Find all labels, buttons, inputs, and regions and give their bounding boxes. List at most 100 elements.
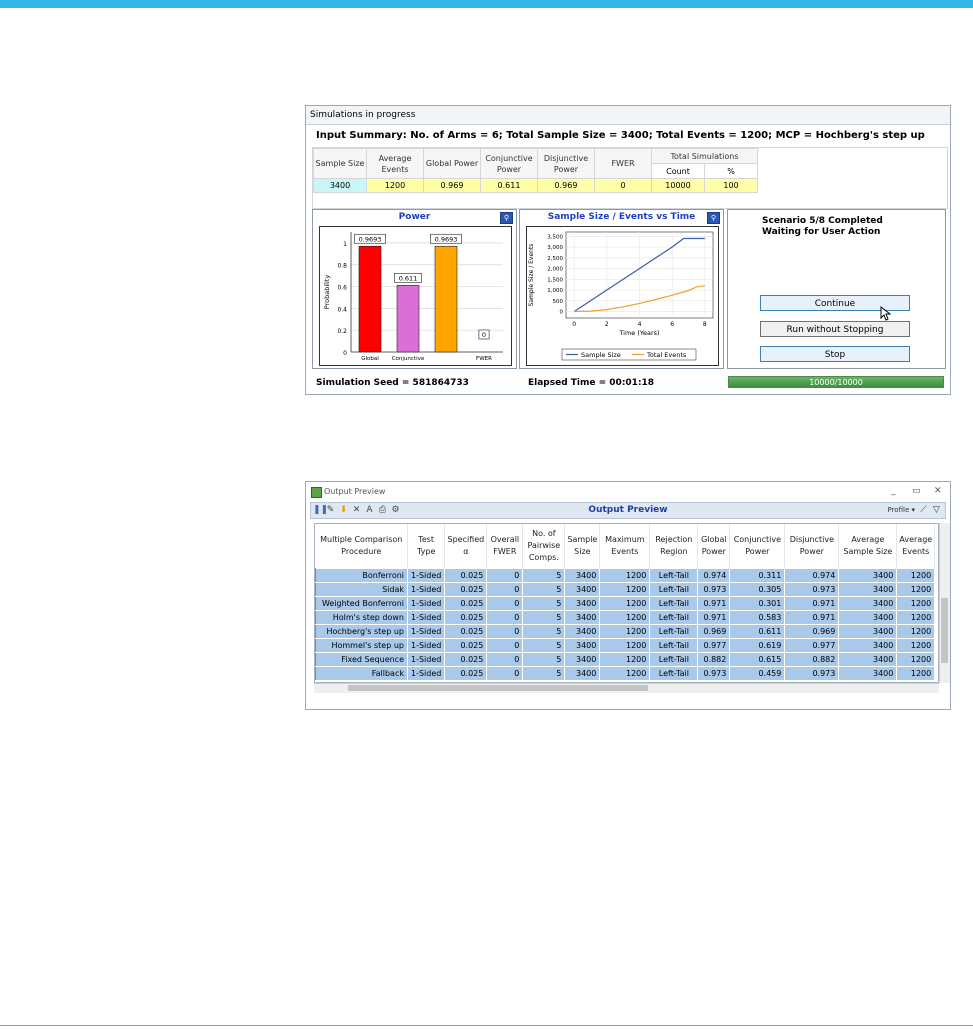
col-total-simulations: Total Simulations <box>651 148 758 164</box>
table-cell: 0.619 <box>729 638 786 653</box>
bar <box>434 245 458 353</box>
edit-profile-icon[interactable]: ⟋ <box>918 505 929 516</box>
table-cell: Left-Tail <box>649 582 699 597</box>
table-cell: 5 <box>522 582 566 597</box>
y-tick-label: 0.6 <box>337 285 347 292</box>
table-cell: 1-Sided <box>406 666 446 681</box>
table-cell: Fixed Sequence <box>315 652 408 667</box>
stop-button[interactable]: Stop <box>760 346 910 362</box>
table-cell: 1-Sided <box>406 568 446 583</box>
output-table: Multiple Comparison Procedure Test Type Sp… <box>315 524 936 681</box>
y-tick-label: 0.8 <box>337 263 347 270</box>
value-cell: 100 <box>704 178 758 193</box>
column-header[interactable]: Conjunctive Power <box>729 524 786 569</box>
y-tick-label: 3,000 <box>547 245 563 251</box>
run-without-stopping-button[interactable]: Run without Stopping <box>760 321 910 337</box>
table-cell: Left-Tail <box>649 568 699 583</box>
y-tick-label: 0 <box>560 310 564 316</box>
profile-dropdown[interactable]: Profile ▾ <box>887 506 915 514</box>
table-cell: 1-Sided <box>406 582 446 597</box>
filter-icon[interactable]: ▽ <box>931 505 942 516</box>
horizontal-scrollbar[interactable] <box>314 683 939 693</box>
table-cell: 0.301 <box>729 596 786 611</box>
table-cell: 3400 <box>564 652 601 667</box>
table-row[interactable]: Fallback 1-Sided 0.025 0 5 3400 1200 Left-Tail 0… <box>315 666 936 681</box>
table-cell: 3400 <box>564 568 601 583</box>
column-header[interactable]: Specified α <box>444 524 488 569</box>
maximize-button[interactable]: ▭ <box>912 482 921 501</box>
table-cell: 0.025 <box>444 582 488 597</box>
table-row[interactable]: Sidak 1-Sided 0.025 0 5 3400 1200 Left-Tail 0.97… <box>315 582 936 597</box>
table-cell: 0.971 <box>697 596 731 611</box>
table-cell: 1200 <box>599 652 651 667</box>
table-cell: 0.025 <box>444 596 488 611</box>
column-header[interactable]: Overall FWER <box>486 524 524 569</box>
column-header[interactable]: Disjunctive Power <box>784 524 840 569</box>
column-header[interactable]: Sample Size <box>564 524 601 569</box>
table-cell: 3400 <box>564 666 601 681</box>
output-grid: Multiple Comparison Procedure Test Type Sp… <box>314 523 939 683</box>
column-header[interactable]: Average Sample Size <box>838 524 898 569</box>
table-cell: 0.971 <box>697 610 731 625</box>
scroll-thumb[interactable] <box>348 685 648 691</box>
x-tick-label: 2 <box>605 321 609 328</box>
column-header[interactable]: Maximum Events <box>599 524 651 569</box>
table-cell: 1200 <box>896 624 936 639</box>
output-window-title: Output Preview <box>324 487 386 496</box>
table-cell: 0.025 <box>444 624 488 639</box>
table-cell: 0.611 <box>729 624 786 639</box>
column-header[interactable]: Average Events <box>896 524 936 569</box>
close-button[interactable]: ✕ <box>934 482 942 501</box>
x-tick-label: Global <box>361 356 379 362</box>
table-cell: 0.025 <box>444 638 488 653</box>
table-cell: Left-Tail <box>649 624 699 639</box>
scroll-thumb[interactable] <box>941 598 948 663</box>
table-cell: 0 <box>486 652 524 667</box>
table-cell: 5 <box>522 624 566 639</box>
table-cell: Bonferroni <box>315 568 408 583</box>
table-cell: 1200 <box>599 666 651 681</box>
table-cell: 5 <box>522 638 566 653</box>
table-cell: Holm's step down <box>315 610 408 625</box>
table-row[interactable]: Hommel's step up 1-Sided 0.025 0 5 3400 1200 Le… <box>315 638 936 653</box>
table-cell: 0.025 <box>444 666 488 681</box>
y-tick-label: 0 <box>343 350 347 357</box>
data-label: 0.9693 <box>435 235 458 243</box>
table-row[interactable]: Bonferroni 1-Sided 0.025 0 5 3400 1200 Left-Tai… <box>315 568 936 583</box>
table-cell: 3400 <box>838 638 898 653</box>
y-tick-label: 3,500 <box>547 234 563 240</box>
table-row[interactable]: Weighted Bonferroni 1-Sided 0.025 0 5 3400 120… <box>315 596 936 611</box>
x-axis-label: Time (Years) <box>618 329 659 337</box>
y-axis-label: Sample Size / Events <box>528 244 535 307</box>
table-cell: 1200 <box>599 624 651 639</box>
table-cell: 0.969 <box>784 624 840 639</box>
table-cell: 0.974 <box>697 568 731 583</box>
vertical-scrollbar[interactable] <box>939 523 950 683</box>
scenario-status: Scenario 5/8 Completed <box>762 216 883 226</box>
table-cell: 0.305 <box>729 582 786 597</box>
table-row[interactable]: Hochberg's step up 1-Sided 0.025 0 5 3400 1200… <box>315 624 936 639</box>
column-header[interactable]: Multiple Comparison Procedure <box>315 524 408 569</box>
table-cell: 3400 <box>838 568 898 583</box>
table-cell: 1200 <box>599 568 651 583</box>
table-cell: 1-Sided <box>406 610 446 625</box>
table-cell: 0 <box>486 582 524 597</box>
profile-label: Profile <box>887 506 910 514</box>
column-header[interactable]: Test Type <box>407 524 446 569</box>
window-title: Simulations in progress <box>306 106 950 125</box>
column-header[interactable]: No. of Pairwise Comps. <box>522 524 566 569</box>
column-header[interactable]: Rejection Region <box>649 524 699 569</box>
column-header[interactable]: Global Power <box>697 524 731 569</box>
x-tick-label: 8 <box>703 321 707 328</box>
col-average-events: Average Events <box>366 148 424 179</box>
value-cell: 3400 <box>313 178 367 193</box>
table-cell: 3400 <box>838 582 898 597</box>
table-row[interactable]: Holm's step down 1-Sided 0.025 0 5 3400 1200 Le… <box>315 610 936 625</box>
table-cell: 3400 <box>564 582 601 597</box>
table-cell: Hochberg's step up <box>315 624 408 639</box>
table-cell: 5 <box>522 666 566 681</box>
minimize-button[interactable]: _ <box>891 482 896 501</box>
table-row[interactable]: Fixed Sequence 1-Sided 0.025 0 5 3400 1200 Left… <box>315 652 936 667</box>
simulations-window: Simulations in progress Input Summary: N… <box>305 105 951 395</box>
legend-label: Total Events <box>646 351 687 359</box>
